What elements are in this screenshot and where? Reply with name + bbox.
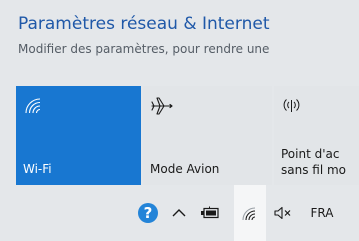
settings-subtitle: Modifier des paramètres, pour rendre une (18, 42, 270, 56)
mobile-hotspot-tile[interactable]: Point d'ac sans fil mo (274, 86, 359, 185)
network-flyout: Paramètres réseau & Internet Modifier de… (0, 0, 359, 185)
chevron-up-icon (172, 209, 186, 217)
taskbar-system-tray: ? FRA (0, 185, 359, 241)
airplane-mode-label: Mode Avion (150, 162, 220, 176)
battery-icon (201, 206, 219, 219)
network-settings-link[interactable]: Paramètres réseau & Internet Modifier de… (18, 14, 359, 74)
hotspot-label-line1: Point d'ac (281, 147, 340, 161)
quick-action-tiles: Wi-Fi Mode Avion Point d'ac sans fil mo (16, 86, 359, 185)
show-hidden-icons-button[interactable] (166, 185, 192, 241)
wifi-tile[interactable]: Wi-Fi (16, 86, 141, 185)
hotspot-label-line2: sans fil mo (281, 163, 347, 177)
wifi-icon (25, 98, 41, 114)
battery-tray-button[interactable] (196, 185, 224, 241)
hotspot-tile-label: Point d'ac sans fil mo (281, 146, 346, 178)
input-language-label: FRA (310, 206, 334, 220)
airplane-icon (151, 97, 173, 115)
volume-muted-icon (274, 206, 291, 220)
network-tray-button[interactable] (234, 185, 266, 241)
help-tray-button[interactable]: ? (132, 185, 164, 241)
wifi-tile-label: Wi-Fi (23, 162, 52, 176)
help-icon: ? (138, 203, 158, 223)
volume-tray-button[interactable] (268, 185, 298, 241)
hotspot-icon (283, 99, 300, 112)
settings-title: Paramètres réseau & Internet (18, 14, 270, 34)
wifi-icon (242, 207, 256, 221)
input-language-button[interactable]: FRA (302, 185, 342, 241)
airplane-mode-tile[interactable]: Mode Avion (143, 86, 272, 185)
